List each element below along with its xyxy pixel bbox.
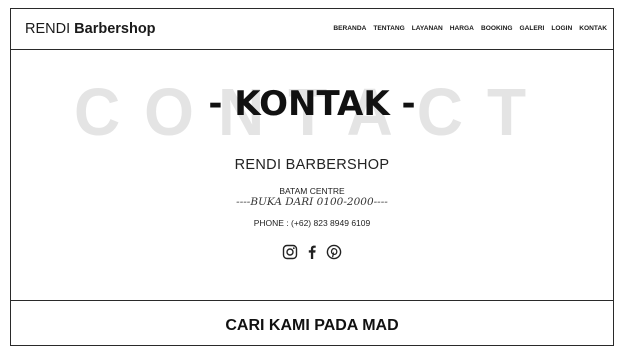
contact-section: CONTACT - KONTAK - RENDI BARBERSHOP BATA… — [11, 50, 613, 301]
brand-prefix: RENDI — [25, 21, 71, 37]
page-frame: RENDI Barbershop BERANDA TENTANG LAYANAN… — [10, 8, 614, 346]
shop-address: BATAM CENTRE — [279, 186, 345, 196]
section-title: - KONTAK - — [208, 84, 416, 124]
header: RENDI Barbershop BERANDA TENTANG LAYANAN… — [11, 9, 613, 50]
nav-item-galeri[interactable]: GALERI — [519, 25, 544, 32]
main-nav: BERANDA TENTANG LAYANAN HARGA BOOKING GA… — [333, 25, 607, 32]
nav-item-login[interactable]: LOGIN — [551, 25, 572, 32]
instagram-icon[interactable] — [282, 244, 298, 260]
opening-hours: ----BUKA DARI 0100-2000---- — [236, 196, 388, 208]
pinterest-icon[interactable] — [326, 244, 342, 260]
nav-item-beranda[interactable]: BERANDA — [333, 25, 366, 32]
shop-name: RENDI BARBERSHOP — [234, 157, 390, 173]
nav-item-booking[interactable]: BOOKING — [481, 25, 513, 32]
brand-name: Barbershop — [74, 21, 156, 37]
brand-logo[interactable]: RENDI Barbershop — [25, 21, 156, 37]
nav-item-harga[interactable]: HARGA — [450, 25, 474, 32]
social-links — [11, 244, 613, 260]
facebook-icon[interactable] — [304, 244, 320, 260]
nav-item-layanan[interactable]: LAYANAN — [412, 25, 443, 32]
phone-number: PHONE : (+62) 823 8949 6109 — [253, 218, 371, 228]
nav-item-kontak[interactable]: KONTAK — [579, 25, 607, 32]
nav-item-tentang[interactable]: TENTANG — [373, 25, 404, 32]
map-section-title: CARI KAMI PADA MAD — [225, 317, 399, 334]
